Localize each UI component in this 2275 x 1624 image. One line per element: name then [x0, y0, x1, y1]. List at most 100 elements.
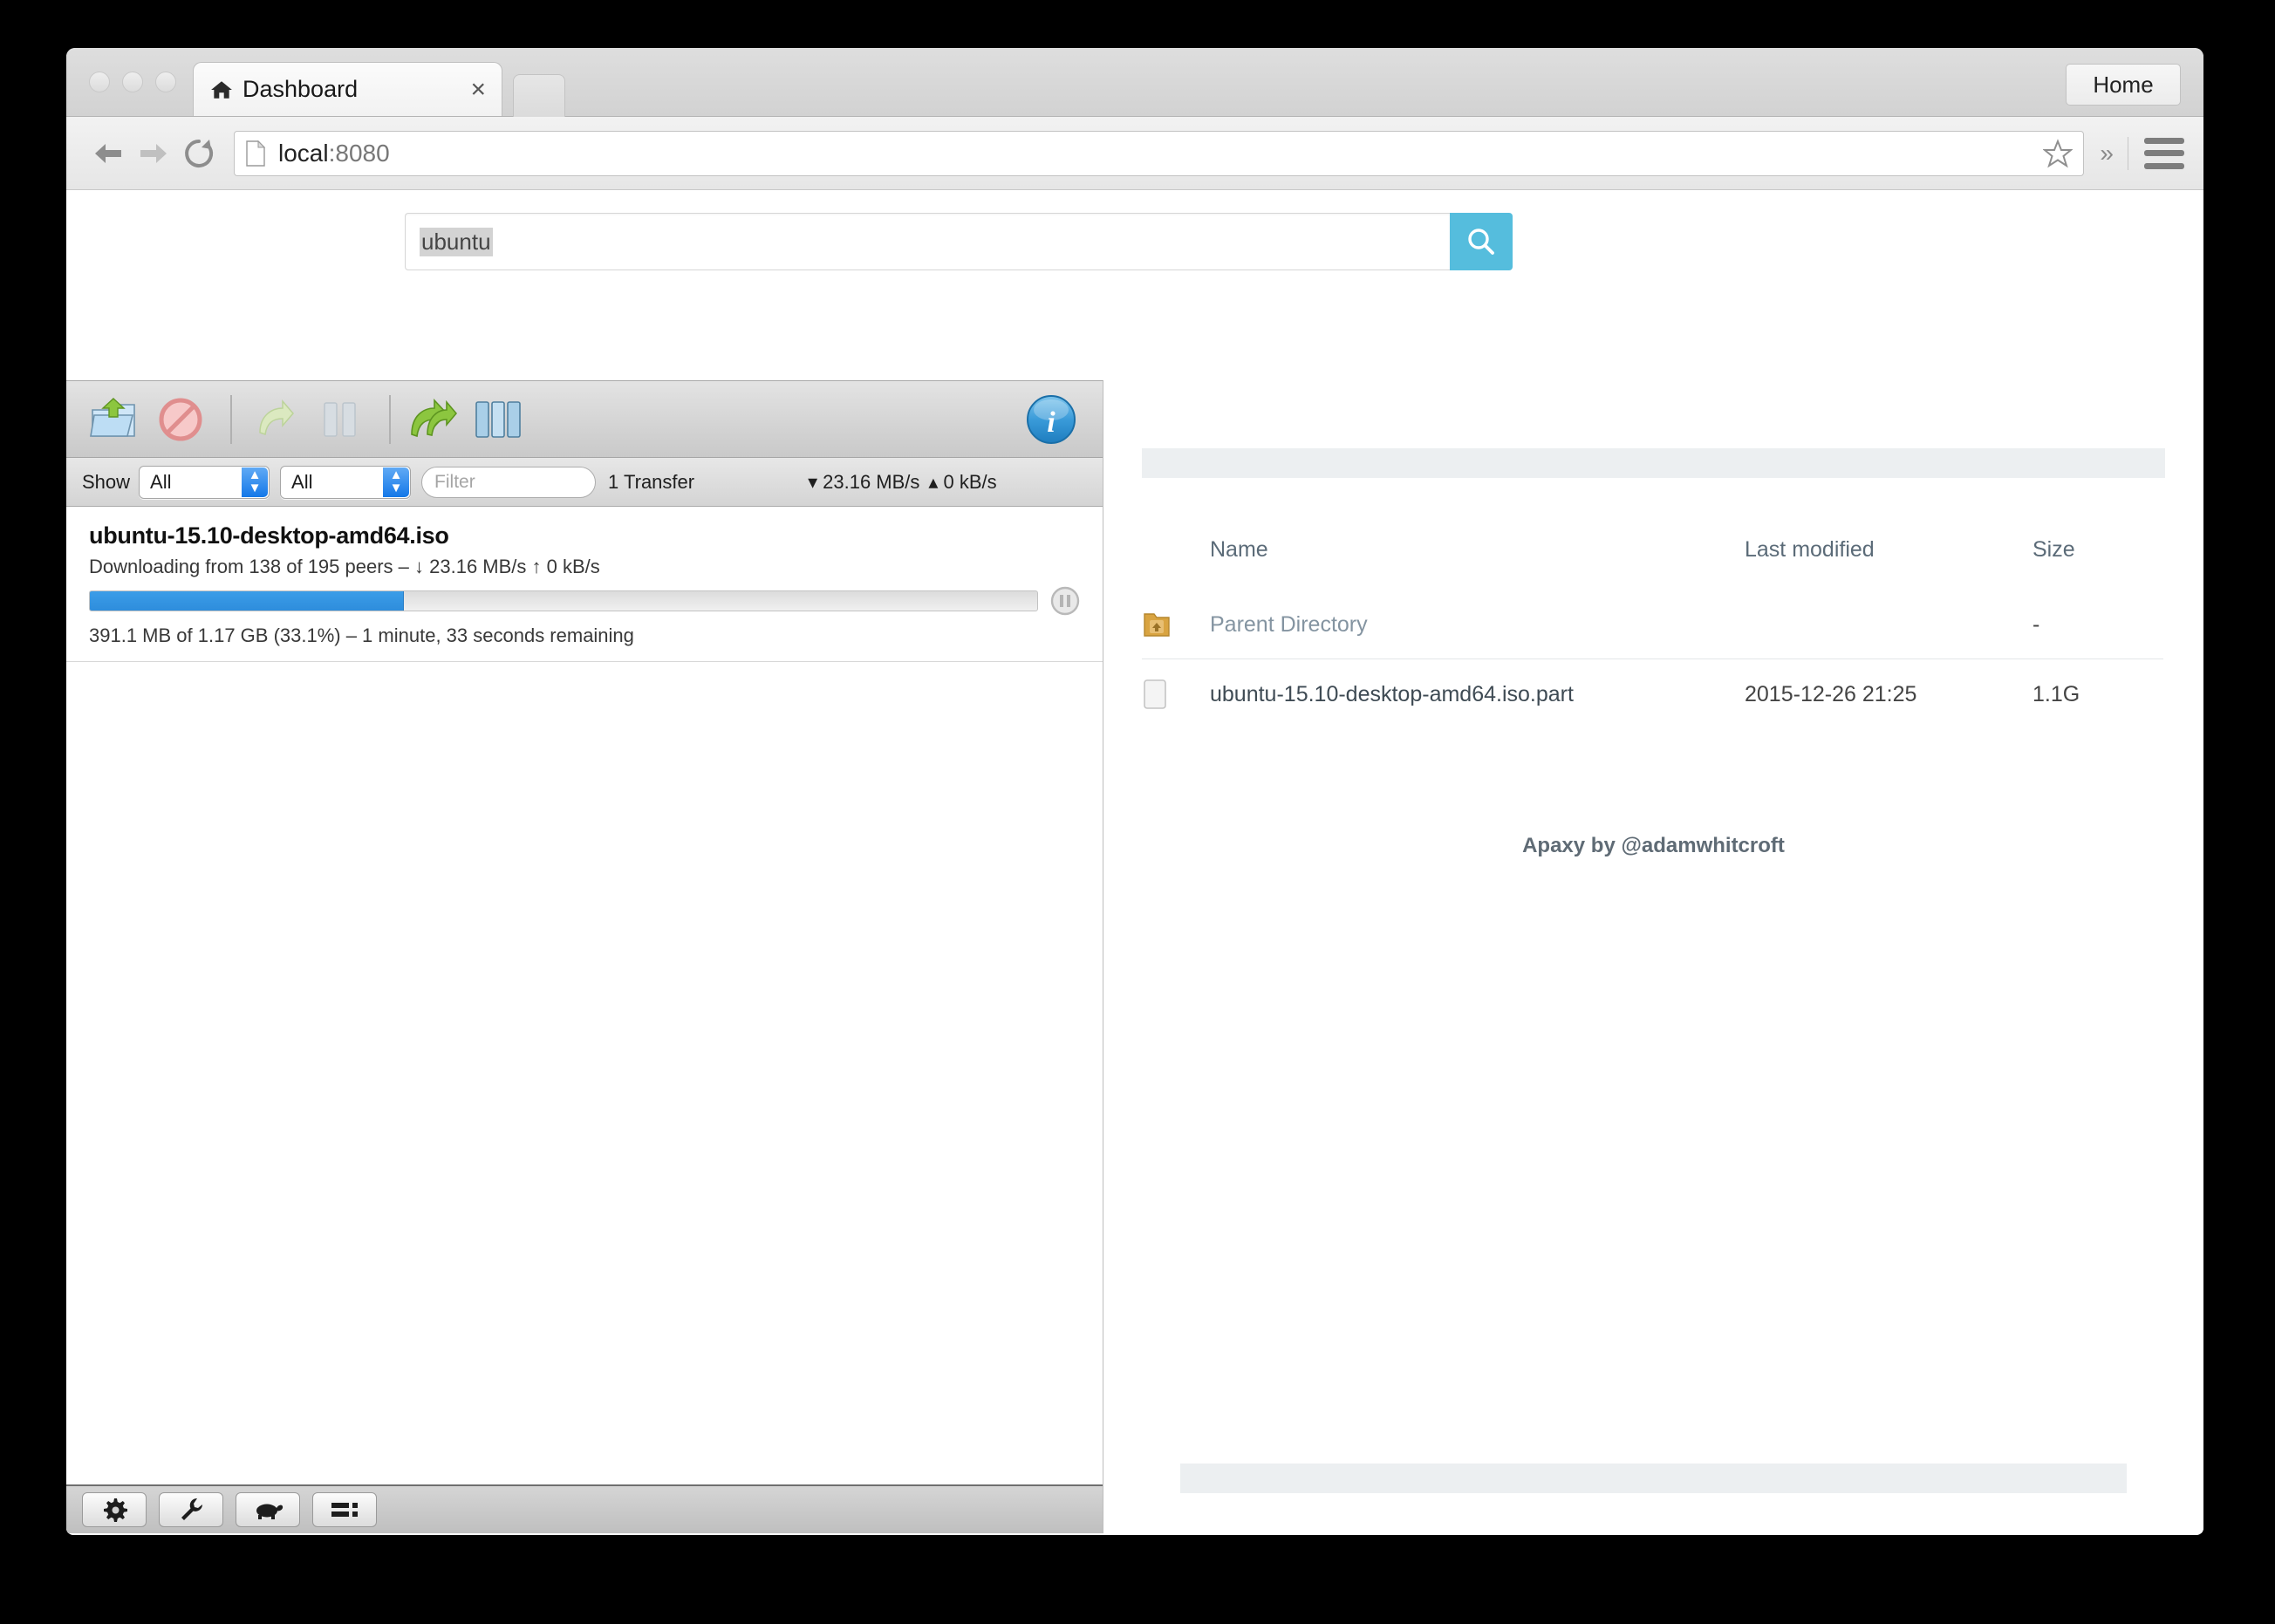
- torrent-meta: 391.1 MB of 1.17 GB (33.1%) – 1 minute, …: [89, 624, 634, 646]
- back-arrow-icon: [95, 143, 121, 163]
- transfer-count: 1 Transfer: [608, 470, 695, 493]
- forward-arrow-icon: [140, 143, 167, 163]
- page-content: ubuntu i Show All ▲ ▼ All ▲ ▼ Filter 1 T…: [66, 190, 2203, 1533]
- download-stat: ▾ 23.16 MB/s: [808, 471, 919, 494]
- torrent-progress-line: [89, 586, 1080, 616]
- forward-button[interactable]: [131, 131, 176, 176]
- status-filter-select[interactable]: All ▲ ▼: [139, 465, 270, 499]
- tab-title: Dashboard: [243, 76, 359, 102]
- progress-bar: [89, 590, 1038, 611]
- apaxy-top-bar: [1142, 448, 2165, 478]
- pause-bars-icon: [324, 401, 356, 437]
- filter-placeholder: Filter: [434, 471, 475, 492]
- hamburger-line: [2144, 137, 2184, 144]
- column-header-size[interactable]: Size: [2032, 525, 2163, 590]
- hamburger-line: [2144, 162, 2184, 169]
- info-icon: i: [1027, 395, 1076, 444]
- table-header-row: Name Last modified Size: [1142, 525, 2163, 590]
- transfer-stats: 1 Transfer ▾ 23.16 MB/s ▴ 0 kB/s: [608, 471, 997, 494]
- hamburger-line: [2144, 150, 2184, 156]
- parent-folder-icon: [1144, 613, 1170, 637]
- search-input-value: ubuntu: [420, 227, 493, 256]
- torrent-status: Downloading from 138 of 195 peers – ↓ 23…: [89, 556, 600, 577]
- gear-icon: [104, 1498, 127, 1522]
- browser-navbar: local:8080 »: [66, 117, 2203, 190]
- parent-directory-link[interactable]: Parent Directory: [1210, 612, 1368, 637]
- layout-toggle-button[interactable]: [312, 1492, 377, 1527]
- home-icon: [211, 80, 232, 99]
- url-host: local: [278, 139, 329, 167]
- menu-button[interactable]: [2144, 137, 2184, 169]
- row-size-cell: -: [2032, 590, 2163, 659]
- apaxy-credit: Apaxy by @adamwhitcroft: [1522, 834, 1785, 857]
- reload-icon: [185, 139, 214, 167]
- row-name-cell[interactable]: Parent Directory: [1210, 590, 1745, 659]
- pause-all-button[interactable]: [469, 392, 527, 447]
- column-header-modified[interactable]: Last modified: [1745, 525, 2032, 590]
- tab-close-icon[interactable]: ×: [467, 76, 489, 103]
- new-tab-button[interactable]: [513, 74, 565, 117]
- inspector-tools-button[interactable]: [159, 1492, 223, 1527]
- file-link[interactable]: ubuntu-15.10-desktop-amd64.iso.part: [1210, 682, 1574, 706]
- table-row[interactable]: Parent Directory -: [1142, 590, 2163, 659]
- home-button[interactable]: Home: [2066, 64, 2181, 106]
- download-arrow-icon: ▾: [808, 470, 818, 493]
- url-port: :8080: [328, 139, 390, 167]
- column-header-icon: [1142, 525, 1210, 590]
- list-layout-icon: [331, 1503, 358, 1517]
- browser-window: Dashboard × Home local:8080 » ubuntu i S…: [66, 48, 2203, 1535]
- turtle-icon: [256, 1504, 284, 1519]
- toolbar-separator: [230, 394, 232, 444]
- row-name-cell[interactable]: ubuntu-15.10-desktop-amd64.iso.part: [1210, 659, 1745, 730]
- pause-button[interactable]: [311, 392, 368, 447]
- resume-all-button[interactable]: [403, 392, 461, 447]
- speed-limit-button[interactable]: [236, 1492, 300, 1527]
- filter-input[interactable]: Filter: [421, 466, 597, 498]
- table-row[interactable]: ubuntu-15.10-desktop-amd64.iso.part 2015…: [1142, 659, 2163, 730]
- search-bar: ubuntu: [405, 213, 1513, 270]
- svg-text:i: i: [1047, 406, 1056, 439]
- download-rate: 23.16 MB/s: [823, 470, 920, 493]
- url-bar[interactable]: local:8080: [234, 130, 2085, 176]
- row-modified-cell: [1745, 590, 2032, 659]
- minimize-window-button[interactable]: [122, 72, 143, 92]
- close-window-button[interactable]: [89, 72, 110, 92]
- row-icon-cell: [1142, 590, 1210, 659]
- bookmark-star-icon[interactable]: [2043, 138, 2073, 168]
- stepper-arrows-icon: ▲ ▼: [242, 467, 269, 497]
- file-icon: [1144, 679, 1166, 709]
- row-modified-cell: 2015-12-26 21:25: [1745, 681, 1917, 706]
- search-input[interactable]: ubuntu: [405, 213, 1450, 270]
- inspector-button[interactable]: i: [1024, 392, 1078, 451]
- overflow-chevron-icon[interactable]: »: [2089, 140, 2124, 167]
- preferences-button[interactable]: [82, 1492, 147, 1527]
- reload-button[interactable]: [176, 131, 222, 176]
- wrench-icon: [181, 1498, 202, 1520]
- group-filter-value: All: [291, 470, 313, 493]
- resume-all-arrow-icon: [411, 398, 457, 437]
- group-filter-select[interactable]: All ▲ ▼: [280, 465, 412, 499]
- maximize-window-button[interactable]: [155, 72, 176, 92]
- browser-tabstrip: Dashboard × Home: [66, 48, 2203, 117]
- transmission-window: i Show All ▲ ▼ All ▲ ▼ Filter 1 Transfer…: [66, 380, 1103, 1533]
- open-torrent-button[interactable]: [85, 392, 143, 447]
- directory-table: Name Last modified Size Parent Directory…: [1142, 525, 2163, 729]
- transmission-filterbar: Show All ▲ ▼ All ▲ ▼ Filter 1 Transfer ▾…: [66, 458, 1103, 507]
- stepper-arrows-icon: ▲ ▼: [383, 467, 410, 497]
- upload-arrow-icon: ▴: [928, 470, 939, 493]
- search-button[interactable]: [1450, 213, 1513, 270]
- row-icon-cell: [1142, 659, 1210, 730]
- pause-circle-icon[interactable]: [1050, 586, 1080, 616]
- resume-arrow-icon: [259, 399, 294, 435]
- window-traffic-lights: [89, 72, 176, 92]
- tab-dashboard[interactable]: Dashboard ×: [193, 62, 502, 116]
- progress-bar-fill: [90, 591, 405, 611]
- toolbar-separator: [389, 394, 391, 444]
- torrent-row[interactable]: ubuntu‑15.10‑desktop‑amd64.iso Downloadi…: [66, 507, 1103, 662]
- remove-torrent-button[interactable]: [152, 392, 209, 447]
- back-button[interactable]: [85, 131, 131, 176]
- page-icon: [246, 140, 266, 167]
- column-header-name[interactable]: Name: [1210, 525, 1745, 590]
- screen: Dashboard × Home local:8080 » ubuntu i S…: [0, 0, 2275, 1624]
- resume-button[interactable]: [244, 392, 302, 447]
